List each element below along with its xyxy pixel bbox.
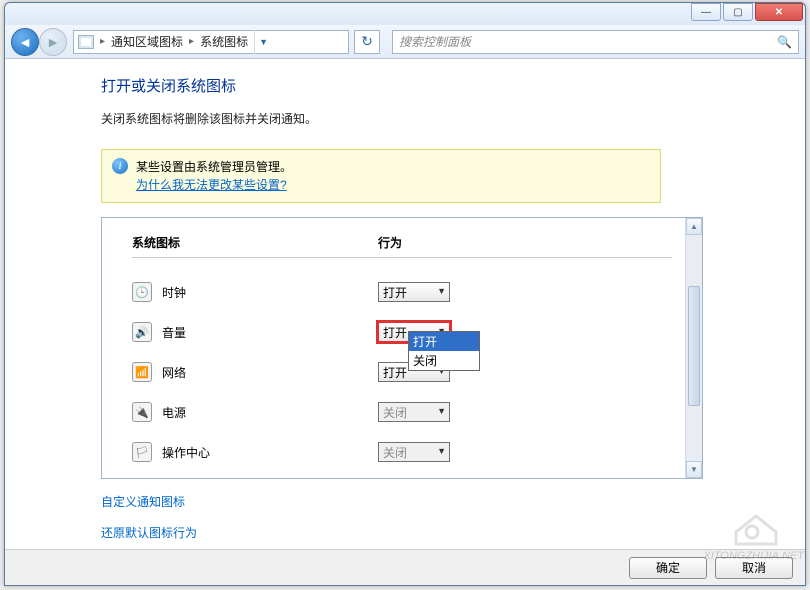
row-label: 操作中心 [162,444,378,461]
page-subtitle: 关闭系统图标将删除该图标并关闭通知。 [101,110,771,127]
titlebar: — ▢ ✕ [5,3,805,25]
minimize-button[interactable]: — [691,3,721,21]
chevron-right-icon: ▸ [100,36,105,47]
scroll-up-button[interactable]: ▲ [686,218,702,235]
ok-button[interactable]: 确定 [629,557,707,579]
refresh-button[interactable]: ↻ [354,30,380,54]
infobox-link[interactable]: 为什么我无法更改某些设置? [136,178,287,192]
footer-bar: 确定 取消 [5,549,805,585]
volume-icon: 🔊 [132,322,152,342]
breadcrumb-level2[interactable]: 系统图标 [200,33,248,50]
action-center-icon: 🏳 [132,442,152,462]
row-label: 网络 [162,364,378,381]
column-header-name: 系统图标 [132,234,378,251]
infobox-text: 某些设置由系统管理员管理。 [136,160,292,174]
navigation-bar: ◄ ► ▸ 通知区域图标 ▸ 系统图标 ▼ ↻ 搜索控制面板 🔍 [5,25,805,59]
search-input[interactable]: 搜索控制面板 🔍 [392,30,799,54]
row-label: 电源 [162,404,378,421]
network-icon: 📶 [132,362,152,382]
column-header-action: 行为 [378,234,672,251]
breadcrumb-level1[interactable]: 通知区域图标 [111,33,183,50]
scroll-thumb[interactable] [688,286,700,406]
row-network: 📶 网络 打开 [132,352,672,392]
system-icons-list: 系统图标 行为 🕒 时钟 打开 🔊 音量 打开 📶 网络 打开 [101,217,703,479]
forward-button[interactable]: ► [39,28,67,56]
clock-icon: 🕒 [132,282,152,302]
list-scrollbar[interactable]: ▲ ▼ [685,218,702,478]
address-dropdown[interactable]: ▼ [254,30,272,54]
page-title: 打开或关闭系统图标 [101,75,771,96]
row-action-center: 🏳 操作中心 关闭 [132,432,672,472]
row-clock: 🕒 时钟 打开 [132,272,672,312]
cancel-button[interactable]: 取消 [715,557,793,579]
close-button[interactable]: ✕ [755,3,803,21]
row-label: 音量 [162,324,378,341]
clock-select[interactable]: 打开 [378,282,450,302]
action-center-select: 关闭 [378,442,450,462]
admin-info-box: i 某些设置由系统管理员管理。 为什么我无法更改某些设置? [101,149,661,203]
maximize-button[interactable]: ▢ [723,3,753,21]
info-icon: i [112,158,128,174]
chevron-right-icon: ▸ [189,36,194,47]
dropdown-option-close[interactable]: 关闭 [409,351,479,370]
control-panel-icon [78,35,94,49]
row-volume: 🔊 音量 打开 [132,312,672,352]
dropdown-option-open[interactable]: 打开 [409,332,479,351]
search-placeholder: 搜索控制面板 [399,33,471,50]
row-power: 🔌 电源 关闭 [132,392,672,432]
scroll-down-button[interactable]: ▼ [686,461,702,478]
power-icon: 🔌 [132,402,152,422]
restore-link[interactable]: 还原默认图标行为 [101,524,771,541]
power-select: 关闭 [378,402,450,422]
volume-dropdown-open[interactable]: 打开 关闭 [408,331,480,371]
back-button[interactable]: ◄ [11,28,39,56]
search-icon[interactable]: 🔍 [777,35,792,49]
row-label: 时钟 [162,284,378,301]
customize-link[interactable]: 自定义通知图标 [101,493,771,510]
address-bar[interactable]: ▸ 通知区域图标 ▸ 系统图标 ▼ [73,30,349,54]
content-area: 打开或关闭系统图标 关闭系统图标将删除该图标并关闭通知。 i 某些设置由系统管理… [9,61,801,547]
